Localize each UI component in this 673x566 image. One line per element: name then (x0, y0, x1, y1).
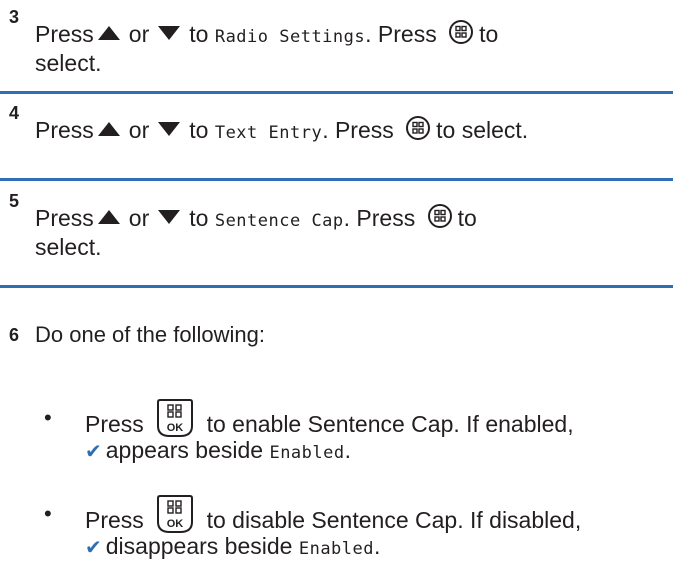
step-6-intro: Do one of the following: (35, 322, 265, 347)
step-number: 5 (9, 191, 20, 211)
option-enable-line-2: ✔ appears beside Enabled. (85, 437, 351, 463)
option-enable-line-1: Press OK to enable Sentence Cap. If enab… (85, 398, 574, 438)
svg-text:OK: OK (167, 422, 184, 434)
ok-key-icon: OK (156, 398, 194, 438)
checkmark-icon: ✔ (85, 537, 102, 559)
ok-key-icon: OK (156, 494, 194, 534)
menu-item-name: Text Entry (214, 123, 323, 143)
divider (0, 91, 673, 94)
step-3-text-line-1: Press or to Radio Settings. Press to (35, 20, 499, 47)
up-arrow-key-icon (97, 210, 120, 224)
divider (0, 178, 673, 181)
up-arrow-key-icon (97, 122, 120, 136)
option-disable-line-1: Press OK to disable Sentence Cap. If dis… (85, 494, 581, 534)
step-5-text-line-2: select. (35, 234, 102, 260)
menu-ok-button-icon (427, 204, 452, 228)
step-number: 6 (9, 325, 20, 345)
bullet: • (44, 501, 52, 526)
enabled-label: Enabled (269, 443, 345, 463)
menu-ok-button-icon (406, 116, 431, 140)
step-3-text-line-2: select. (35, 50, 102, 76)
menu-ok-button-icon (449, 20, 474, 44)
down-arrow-key-icon (158, 210, 181, 224)
menu-item-name: Radio Settings (214, 27, 366, 47)
enabled-label: Enabled (298, 539, 374, 559)
down-arrow-key-icon (158, 122, 181, 136)
down-arrow-key-icon (158, 26, 181, 40)
menu-item-name: Sentence Cap (214, 211, 344, 231)
step-number: 3 (9, 7, 20, 27)
divider (0, 285, 673, 288)
option-disable-line-2: ✔ disappears beside Enabled. (85, 533, 381, 559)
svg-text:OK: OK (167, 518, 184, 530)
step-number: 4 (9, 103, 20, 123)
bullet: • (44, 405, 52, 430)
step-4-text-line-1: Press or to Text Entry. Press to select. (35, 116, 529, 143)
step-5-text-line-1: Press or to Sentence Cap. Press to (35, 204, 477, 231)
up-arrow-key-icon (97, 26, 120, 40)
checkmark-icon: ✔ (85, 441, 102, 463)
